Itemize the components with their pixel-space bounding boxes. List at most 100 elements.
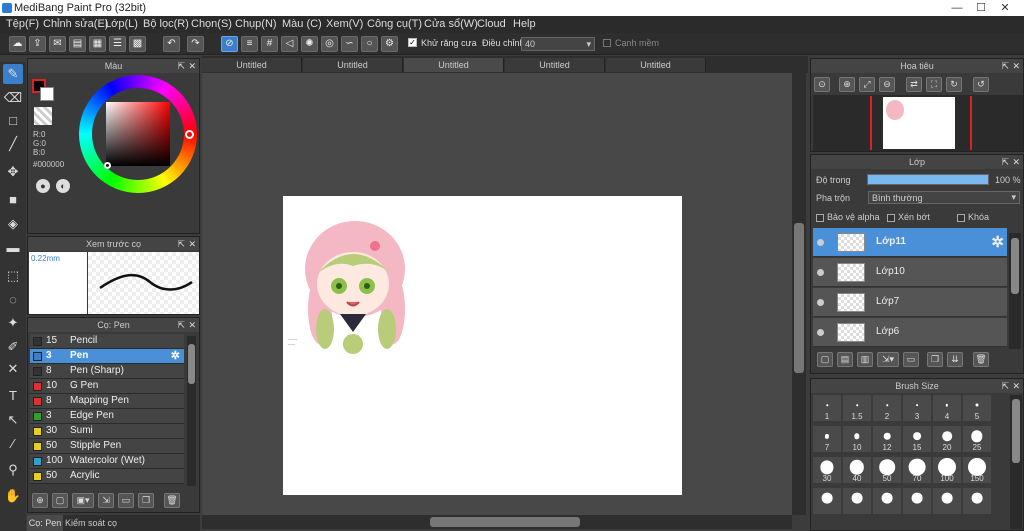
export-icon[interactable]: ⇪ bbox=[29, 36, 46, 52]
select-eraser-tool-icon[interactable]: ✕ bbox=[3, 359, 23, 379]
scrollbar-thumb[interactable] bbox=[430, 517, 580, 527]
dot-tool-icon[interactable]: □ bbox=[3, 111, 23, 131]
menu-window[interactable]: Cửa sổ(W) bbox=[424, 18, 478, 30]
layer-row[interactable]: Lớp6 bbox=[813, 318, 1007, 347]
menu-cloud[interactable]: Cloud bbox=[477, 18, 506, 30]
brush-size-option[interactable]: 5 bbox=[962, 394, 992, 422]
menu-filter[interactable]: Bộ lọc(R) bbox=[143, 18, 189, 30]
brush-size-option[interactable]: 10 bbox=[842, 425, 872, 453]
menu-color[interactable]: Màu (C) bbox=[282, 18, 322, 30]
duplicate-layer-icon[interactable]: ❐ bbox=[927, 352, 943, 367]
document-icon[interactable]: ▦ bbox=[89, 36, 106, 52]
brush-item[interactable]: 30 Sumi bbox=[30, 424, 184, 439]
saturation-value-box[interactable] bbox=[106, 102, 170, 166]
visibility-icon[interactable] bbox=[817, 329, 824, 336]
new-layer-icon[interactable]: ▢ bbox=[817, 352, 833, 367]
layers-scrollbar[interactable] bbox=[1009, 233, 1021, 349]
brush-size-option[interactable]: 4 bbox=[932, 394, 962, 422]
undock-icon[interactable]: ⇱ bbox=[1001, 379, 1009, 393]
canvas-horizontal-scrollbar[interactable] bbox=[202, 515, 792, 529]
undock-icon[interactable]: ⇱ bbox=[1001, 155, 1009, 169]
select-tool-icon[interactable]: ⬚ bbox=[3, 266, 23, 286]
operation-tool-icon[interactable]: ↖ bbox=[3, 410, 23, 430]
menu-help[interactable]: Help bbox=[513, 18, 536, 30]
brush-size-option[interactable]: 40 bbox=[842, 456, 872, 484]
parallel-snap-icon[interactable]: ≡ bbox=[241, 36, 258, 52]
color-picker-icon[interactable]: ◐ bbox=[56, 179, 70, 193]
divide-tool-icon[interactable]: ⁄ bbox=[3, 434, 23, 454]
lasso-tool-icon[interactable]: ◌ bbox=[3, 290, 23, 310]
snap-off-icon[interactable]: ⊘ bbox=[221, 36, 238, 52]
doc-tab-1[interactable]: Untitled bbox=[202, 58, 302, 72]
layer-folder-icon[interactable]: ▭ bbox=[903, 352, 919, 367]
scrollbar-thumb[interactable] bbox=[1012, 399, 1020, 463]
settings-icon[interactable]: ⚙ bbox=[381, 36, 398, 52]
brush-size-option[interactable]: 25 bbox=[962, 425, 992, 453]
brush-size-option[interactable]: 3 bbox=[902, 394, 932, 422]
layer-row[interactable]: Lớp7 bbox=[813, 288, 1007, 317]
zoom-in-icon[interactable]: ⊕ bbox=[839, 77, 855, 92]
undock-icon[interactable]: ⇱ bbox=[177, 318, 185, 332]
close-icon[interactable]: ✕ bbox=[1012, 59, 1020, 73]
doc-tab-4[interactable]: Untitled bbox=[505, 58, 605, 72]
canvas-page[interactable]: ~~~~ ~~~ bbox=[283, 196, 682, 495]
brush-size-option[interactable]: 30 bbox=[812, 456, 842, 484]
brush-item[interactable]: 50 Acrylic bbox=[30, 469, 184, 484]
fit-window-icon[interactable]: ⛶ bbox=[926, 77, 942, 92]
brush-size-scrollbar[interactable] bbox=[1010, 395, 1022, 529]
eyedropper-tool-icon[interactable]: ⚲ bbox=[3, 460, 23, 480]
fill-rect-tool-icon[interactable]: ■ bbox=[3, 190, 23, 210]
tab-brush-control[interactable]: Kiểm soát cọ bbox=[65, 515, 117, 531]
folder-icon[interactable]: ▭ bbox=[118, 493, 134, 508]
zoom-out-icon[interactable]: ⊖ bbox=[879, 77, 895, 92]
doc-tab-2[interactable]: Untitled bbox=[303, 58, 403, 72]
lock-checkbox[interactable]: Khóa bbox=[957, 212, 989, 222]
adjust-select[interactable]: 40 ▾ bbox=[521, 37, 595, 51]
hue-handle[interactable] bbox=[185, 130, 194, 139]
menu-file[interactable]: Tệp(F) bbox=[6, 18, 39, 30]
text-tool-icon[interactable]: T bbox=[3, 386, 23, 406]
navigator-preview[interactable] bbox=[813, 95, 1023, 151]
brush-size-option[interactable] bbox=[932, 487, 962, 515]
protect-alpha-checkbox[interactable]: Bảo vệ alpha bbox=[816, 212, 880, 222]
close-icon[interactable]: ✕ bbox=[188, 318, 196, 332]
merge-layer-icon[interactable]: ⇊ bbox=[947, 352, 963, 367]
undock-icon[interactable]: ⇱ bbox=[1001, 59, 1009, 73]
radial-snap-icon[interactable]: ✺ bbox=[301, 36, 318, 52]
color-handle[interactable] bbox=[104, 162, 111, 169]
visibility-icon[interactable] bbox=[817, 269, 824, 276]
blend-mode-select[interactable]: Bình thường ▾ bbox=[868, 191, 1020, 204]
hue-ring[interactable] bbox=[79, 75, 197, 193]
brush-size-option[interactable]: 7 bbox=[812, 425, 842, 453]
new-halftone-layer-icon[interactable]: ▤ bbox=[837, 352, 853, 367]
scrollbar-thumb[interactable] bbox=[1011, 238, 1019, 294]
trash-icon[interactable]: 🗑 bbox=[164, 493, 180, 508]
undock-icon[interactable]: ⇱ bbox=[177, 59, 185, 73]
visibility-icon[interactable] bbox=[817, 239, 824, 246]
tab-brush-pen[interactable]: Cọ: Pen bbox=[27, 515, 63, 531]
brush-item[interactable]: 8 Pen (Sharp) bbox=[30, 364, 184, 379]
circle-snap-icon[interactable]: ◎ bbox=[321, 36, 338, 52]
add-brush-icon[interactable]: ⊕ bbox=[32, 493, 48, 508]
brush-item[interactable]: 50 Stipple Pen bbox=[30, 439, 184, 454]
magic-wand-tool-icon[interactable]: ✦ bbox=[3, 313, 23, 333]
brush-item[interactable]: 3 Edge Pen bbox=[30, 409, 184, 424]
menu-capture[interactable]: Chụp(N) bbox=[235, 18, 277, 30]
actual-size-icon[interactable]: ⤢ bbox=[859, 77, 875, 92]
eraser-tool-icon[interactable]: ⌫ bbox=[3, 88, 23, 108]
layer-row[interactable]: Lớp11 ✲ bbox=[813, 228, 1007, 257]
delete-layer-icon[interactable]: 🗑 bbox=[973, 352, 989, 367]
palette-icon[interactable]: ● bbox=[36, 179, 50, 193]
antialias-checkbox[interactable]: ✓ bbox=[408, 38, 417, 47]
cloud-icon[interactable]: ☁ bbox=[9, 36, 26, 52]
undock-icon[interactable]: ⇱ bbox=[177, 237, 185, 251]
brush-size-option[interactable]: 150 bbox=[962, 456, 992, 484]
duplicate-icon[interactable]: ❐ bbox=[138, 493, 154, 508]
minimize-button[interactable]: — bbox=[946, 0, 968, 16]
comment-icon[interactable]: ✉ bbox=[49, 36, 66, 52]
brush-item[interactable]: 3 Pen ✲ bbox=[30, 349, 184, 364]
rotate-icon[interactable]: ↻ bbox=[946, 77, 962, 92]
brush-size-option[interactable] bbox=[902, 487, 932, 515]
brush-size-option[interactable]: 20 bbox=[932, 425, 962, 453]
brush-size-option[interactable] bbox=[812, 487, 842, 515]
